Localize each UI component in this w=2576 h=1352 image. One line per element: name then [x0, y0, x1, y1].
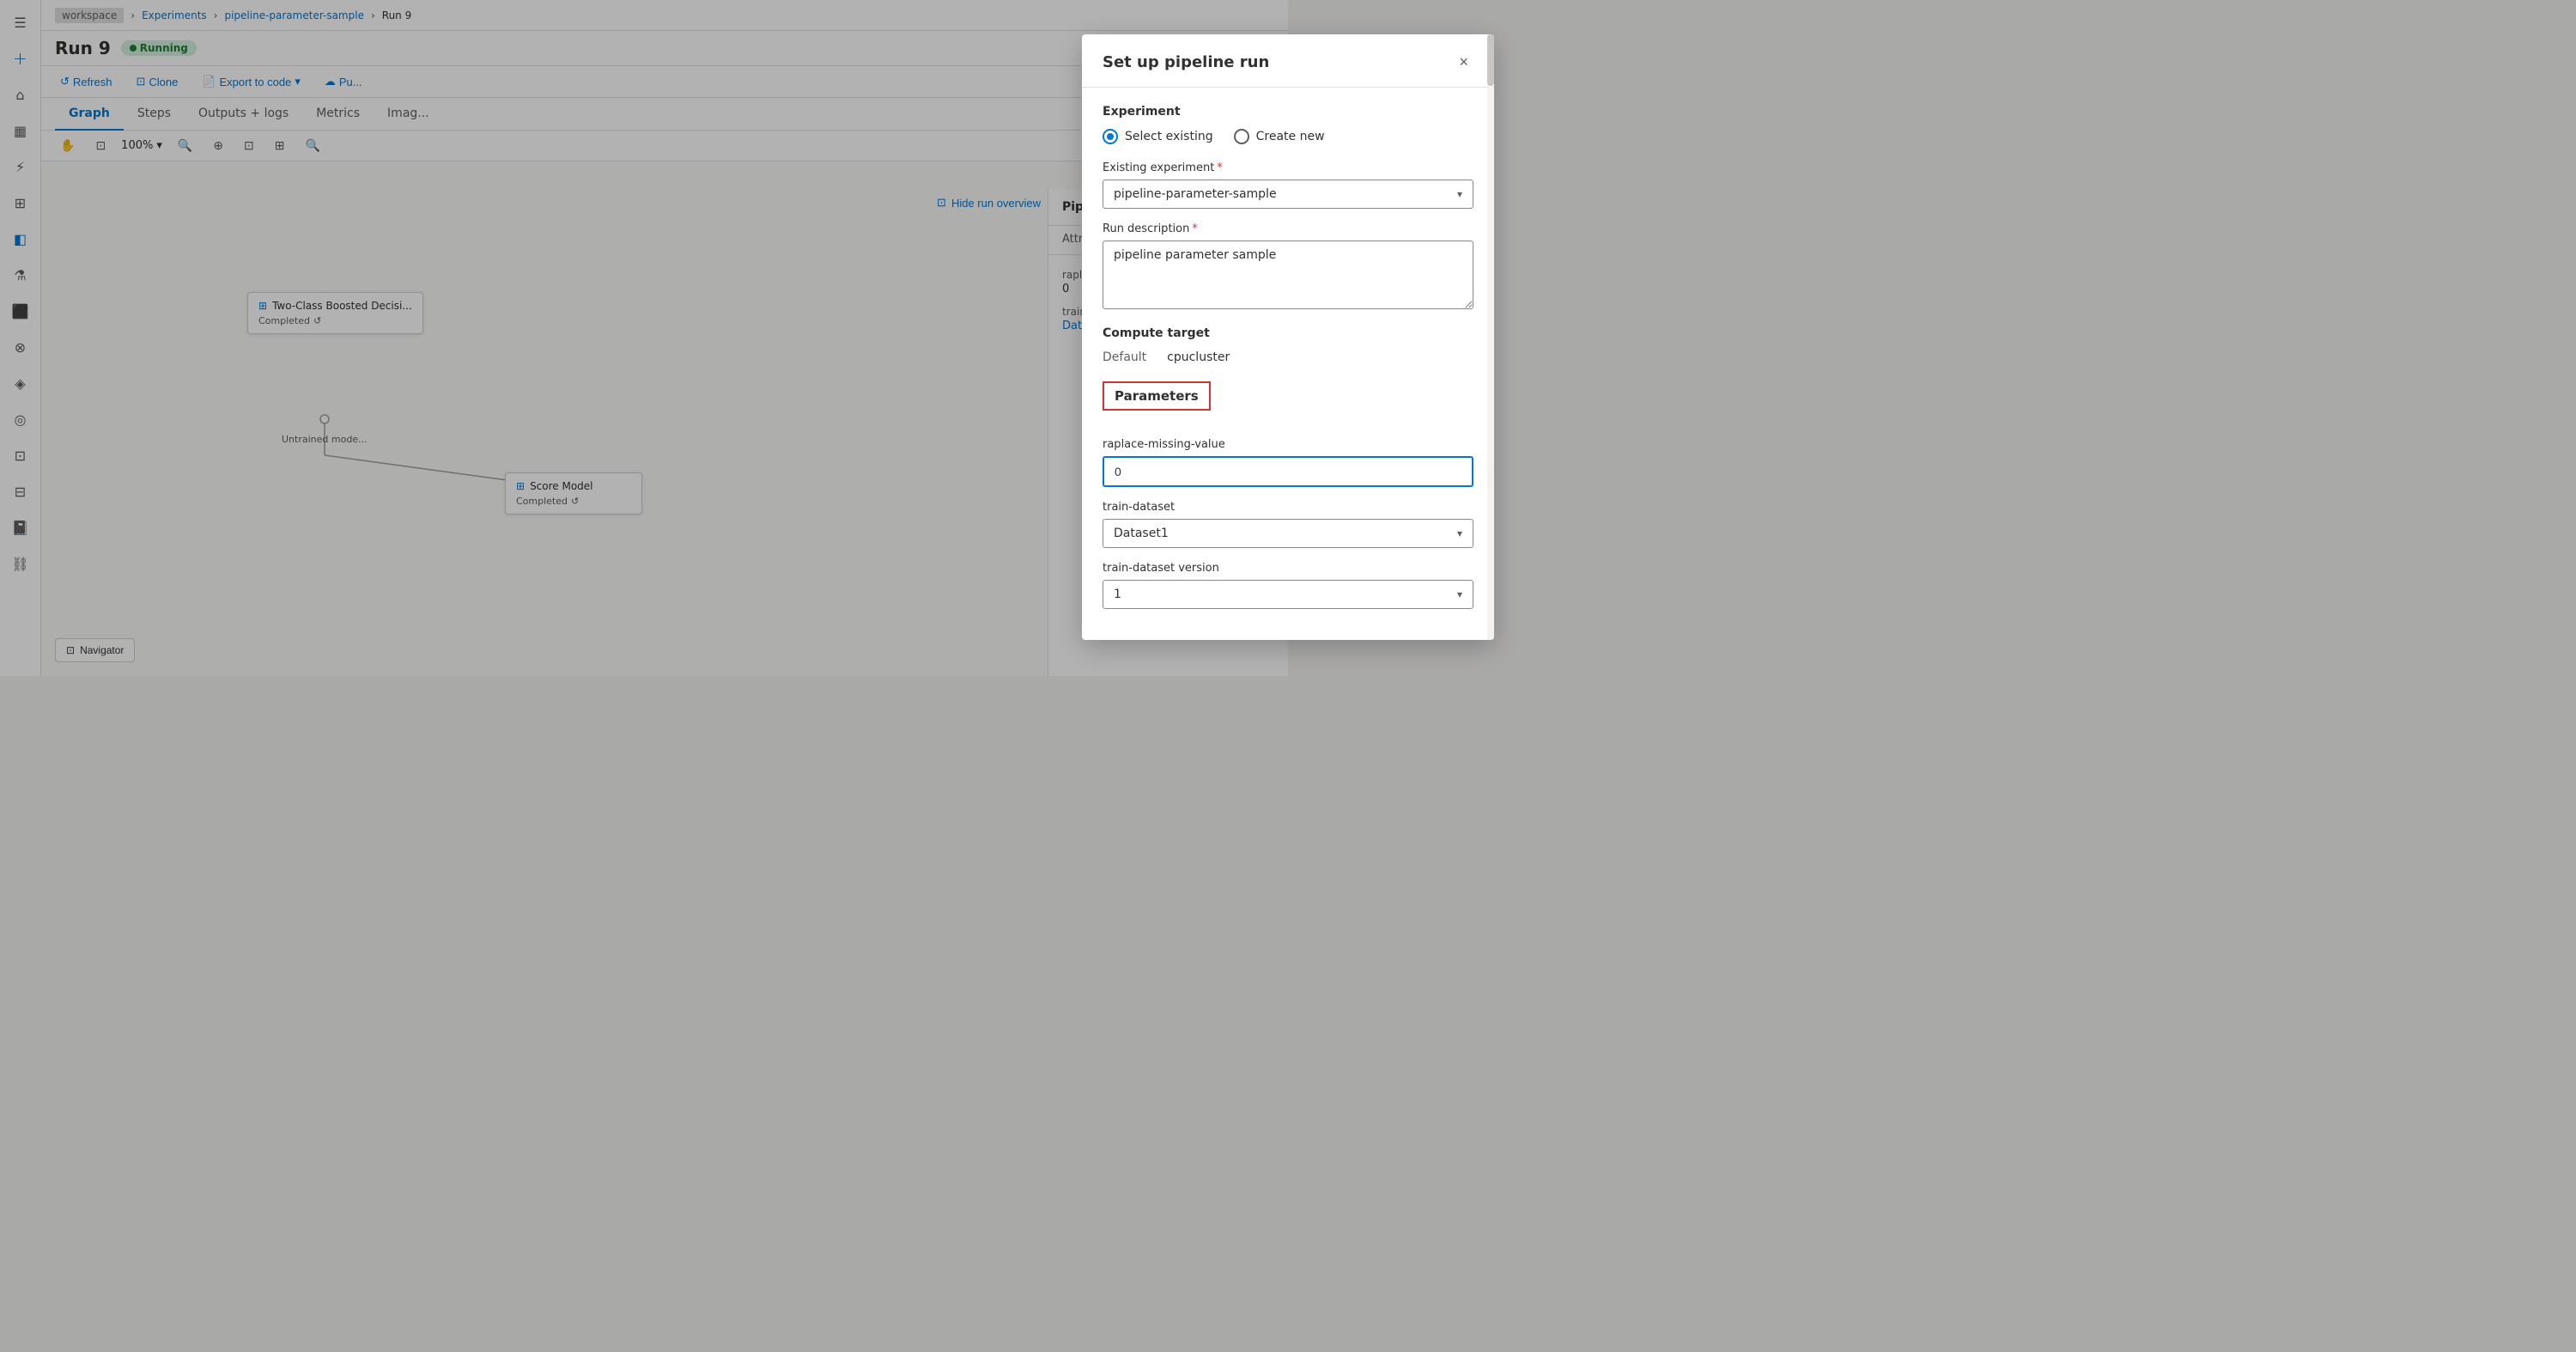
train-dataset-version-label: train-dataset version: [1103, 562, 1473, 575]
compute-row: Default cpucluster: [1103, 350, 1473, 364]
parameters-label: Parameters: [1103, 381, 1211, 411]
radio-select-existing[interactable]: Select existing: [1103, 129, 1213, 144]
run-description-label: Run description *: [1103, 222, 1473, 235]
run-description-textarea[interactable]: pipeline parameter sample: [1103, 241, 1473, 309]
radio-group-experiment: Select existing Create new: [1103, 129, 1473, 144]
existing-experiment-chevron: ▾: [1457, 188, 1462, 200]
compute-target-label: Compute target: [1103, 326, 1473, 340]
train-dataset-version-select[interactable]: 1 ▾: [1103, 580, 1473, 609]
run-description-required: *: [1192, 222, 1198, 235]
radio-label-select-existing: Select existing: [1125, 130, 1213, 143]
train-dataset-version-value: 1: [1114, 588, 1121, 601]
modal-header: Set up pipeline run ×: [1082, 34, 1494, 88]
existing-experiment-select[interactable]: pipeline-parameter-sample ▾: [1103, 180, 1473, 209]
train-dataset-chevron: ▾: [1457, 527, 1462, 539]
compute-default-label: Default: [1103, 350, 1146, 364]
setup-pipeline-modal: Set up pipeline run × Experiment Select …: [1082, 34, 1494, 640]
modal-title: Set up pipeline run: [1103, 53, 1269, 71]
parameters-section: Parameters raplace-missing-value train-d…: [1103, 381, 1473, 609]
train-dataset-version-field-group: train-dataset version 1 ▾: [1103, 562, 1473, 609]
raplace-input[interactable]: [1103, 456, 1473, 487]
modal-close-button[interactable]: ×: [1454, 52, 1473, 73]
run-description-field-group: Run description * pipeline parameter sam…: [1103, 222, 1473, 313]
train-dataset-field-group: train-dataset Dataset1 ▾: [1103, 501, 1473, 548]
radio-circle-select-existing: [1103, 129, 1118, 144]
modal-body: Experiment Select existing Create new Ex…: [1082, 88, 1494, 640]
train-dataset-label: train-dataset: [1103, 501, 1473, 514]
train-dataset-select[interactable]: Dataset1 ▾: [1103, 519, 1473, 548]
existing-experiment-label: Existing experiment *: [1103, 161, 1473, 174]
radio-create-new[interactable]: Create new: [1234, 129, 1325, 144]
experiment-section-label: Experiment: [1103, 105, 1473, 119]
compute-default-value: cpucluster: [1167, 350, 1230, 364]
modal-scroll-track: [1487, 34, 1494, 640]
modal-overlay: Set up pipeline run × Experiment Select …: [0, 0, 2576, 1352]
radio-label-create-new: Create new: [1256, 130, 1325, 143]
existing-experiment-required: *: [1217, 161, 1223, 174]
train-dataset-version-chevron: ▾: [1457, 588, 1462, 600]
raplace-field-group: raplace-missing-value: [1103, 438, 1473, 487]
modal-scroll-thumb[interactable]: [1487, 34, 1494, 86]
existing-experiment-field-group: Existing experiment * pipeline-parameter…: [1103, 161, 1473, 209]
raplace-label: raplace-missing-value: [1103, 438, 1473, 451]
train-dataset-value: Dataset1: [1114, 527, 1169, 540]
existing-experiment-value: pipeline-parameter-sample: [1114, 187, 1277, 201]
radio-circle-create-new: [1234, 129, 1249, 144]
compute-target-section: Compute target Default cpucluster: [1103, 326, 1473, 364]
